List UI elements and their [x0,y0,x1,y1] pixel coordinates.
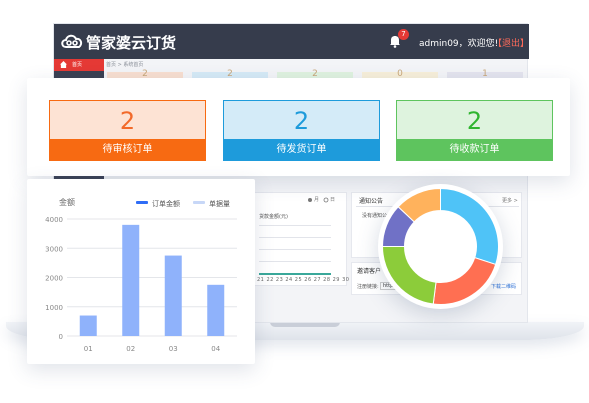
legend-swatch-count [193,201,205,204]
legend-month: 月 [314,197,320,203]
donut-slice [381,246,437,305]
sidebar-item-label: 首页 [72,62,83,68]
top-bar: 管家婆云订货 7 admin09，欢迎您! 【退出】 [54,24,529,59]
invite-link-label: 注册链接: [357,284,379,290]
radio-day-icon[interactable] [323,197,329,203]
donut-slice [432,256,497,305]
order-status-card[interactable]: 2 待收款订单 [396,100,553,161]
legend-swatch-amount [136,201,148,204]
x-tick-label: 01 [84,345,93,353]
bar-04 [207,284,225,336]
bar-03 [164,255,182,336]
x-tick-label: 04 [211,345,220,353]
donut-chart-svg [381,187,499,305]
sales-x-ticks: 21 22 23 24 25 26 27 28 29 30 31 [257,277,359,283]
y-tick-label: 1000 [45,304,63,312]
sidebar-item-home[interactable]: 首页 [54,59,104,71]
bar-01 [79,315,97,336]
order-status-count: 2 [466,107,483,135]
y-tick-label: 3000 [45,245,63,253]
notification-badge: 7 [398,29,409,40]
gridline [259,261,331,262]
gridline [259,237,331,238]
legend-label-amount: 订单金额 [152,199,180,208]
gridline [259,225,331,226]
y-tick-label: 4000 [45,216,63,224]
order-status-label[interactable]: 待发货订单 [223,139,380,161]
y-tick-label: 2000 [45,275,63,283]
order-status-count: 2 [293,107,310,135]
bar-chart-svg: 金额 订单金额 单据量 0 1000 2000 3000 4000 01 02 03 04 [45,197,237,353]
donut-chart [378,184,503,309]
order-status-label[interactable]: 待审核订单 [49,139,206,161]
y-tick-label: 0 [59,333,63,341]
home-icon [60,61,67,68]
breadcrumb: 首页 > 系统首页 [106,62,144,68]
x-tick-label: 03 [169,345,178,353]
order-status-card[interactable]: 2 待发货订单 [223,100,380,161]
gridline [259,249,331,250]
x-tick-label: 02 [126,345,135,353]
sales-subtitle: 货款金额(元) [259,214,288,220]
legend-label-count: 单据量 [209,199,230,208]
radio-month-icon[interactable] [307,197,313,203]
app-brand: 管家婆云订货 [86,34,177,52]
legend-day: 日 [330,197,336,203]
order-status-card[interactable]: 2 待审核订单 [49,100,206,161]
user-greeting: admin09，欢迎您! [419,39,499,49]
order-status-label[interactable]: 待收款订单 [396,139,553,161]
bar-02 [122,224,140,336]
logout-link[interactable]: 【退出】 [493,36,529,49]
cloud-logo-icon [61,34,83,48]
order-amount-chart: 金额 订单金额 单据量 0 1000 2000 3000 4000 01 02 03 04 [27,179,255,364]
order-status-panel: 2 待审核订单 2 待发货订单 2 待收款订单 [27,78,570,176]
notice-more-link[interactable]: 更多 > [502,197,518,204]
donut-slice [440,187,499,266]
order-status-count: 2 [119,107,136,135]
y-axis-title: 金额 [59,197,75,207]
stage: 管家婆云订货 7 admin09，欢迎您! 【退出】 首页 首页 > 系统首页 … [0,0,589,403]
sales-line [259,273,331,275]
